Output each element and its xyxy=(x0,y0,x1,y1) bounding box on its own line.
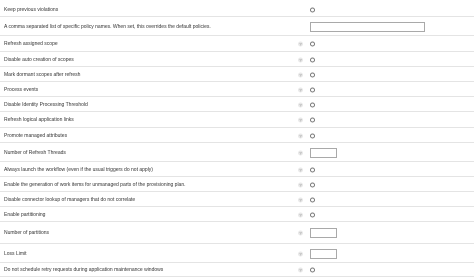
help-icon[interactable]: ? xyxy=(298,150,303,155)
setting-checkbox[interactable] xyxy=(310,41,315,47)
setting-row: Enable the generation of work items for … xyxy=(0,177,474,192)
setting-row: Always launch the workflow (even if the … xyxy=(0,162,474,177)
setting-checkbox[interactable] xyxy=(310,72,315,77)
help-icon[interactable]: ? xyxy=(298,212,303,217)
help-icon[interactable]: ? xyxy=(298,87,303,92)
setting-row: Do not schedule retry requests during ap… xyxy=(0,263,474,277)
help-icon[interactable]: ? xyxy=(298,230,303,236)
setting-row: Number of Refresh Threads? xyxy=(0,143,474,162)
setting-label: Number of Refresh Threads xyxy=(4,149,66,156)
help-icon[interactable]: ? xyxy=(298,197,303,202)
setting-label: A comma separated list of specific polic… xyxy=(4,23,211,30)
setting-checkbox[interactable] xyxy=(310,102,315,107)
setting-label: Enable the generation of work items for … xyxy=(4,181,186,188)
setting-label: Enable partitioning xyxy=(4,211,46,218)
setting-checkbox[interactable] xyxy=(310,133,315,138)
help-icon[interactable]: ? xyxy=(298,102,303,107)
setting-row: Keep previous violations xyxy=(0,3,474,17)
setting-checkbox[interactable] xyxy=(310,182,315,187)
setting-text-input[interactable] xyxy=(310,147,337,158)
setting-row: Process events? xyxy=(0,82,474,97)
help-icon[interactable]: ? xyxy=(298,182,303,187)
task-options-form: Keep previous violations A comma separate… xyxy=(0,0,474,277)
setting-row: Disable connector lookup of managers tha… xyxy=(0,192,474,207)
setting-row: Disable auto creation of scopes? xyxy=(0,52,474,67)
setting-checkbox[interactable] xyxy=(310,7,315,13)
setting-label: Disable Identity Processing Threshold xyxy=(4,101,88,108)
setting-row: Promote managed attributes? xyxy=(0,128,474,143)
setting-checkbox[interactable] xyxy=(310,197,315,202)
setting-checkbox[interactable] xyxy=(310,117,315,123)
setting-label: Keep previous violations xyxy=(4,7,59,13)
setting-checkbox[interactable] xyxy=(310,212,315,217)
help-icon[interactable]: ? xyxy=(298,41,303,47)
setting-checkbox[interactable] xyxy=(310,87,315,92)
setting-label: Disable connector lookup of managers tha… xyxy=(4,196,136,203)
setting-checkbox[interactable] xyxy=(310,167,315,172)
help-icon[interactable]: ? xyxy=(298,251,303,256)
setting-row: Mark dormant scopes after refresh? xyxy=(0,67,474,82)
setting-text-input[interactable] xyxy=(310,21,425,32)
setting-row: Loss Limit? xyxy=(0,244,474,263)
setting-row: Refresh assigned scope? xyxy=(0,36,474,52)
help-icon[interactable]: ? xyxy=(298,117,303,123)
setting-text-input[interactable] xyxy=(310,248,337,259)
help-icon[interactable]: ? xyxy=(298,72,303,77)
setting-label: Promote managed attributes xyxy=(4,132,68,139)
setting-label: Do not schedule retry requests during ap… xyxy=(4,267,164,273)
setting-row: Enable partitioning? xyxy=(0,207,474,222)
help-icon[interactable]: ? xyxy=(298,167,303,172)
setting-checkbox[interactable] xyxy=(310,267,315,273)
help-icon[interactable]: ? xyxy=(298,133,303,138)
setting-checkbox[interactable] xyxy=(310,57,315,62)
setting-label: Mark dormant scopes after refresh xyxy=(4,71,81,78)
setting-label: Number of partitions xyxy=(4,230,50,236)
setting-label: Process events xyxy=(4,86,39,93)
help-icon[interactable]: ? xyxy=(298,267,303,273)
setting-row: Disable Identity Processing Threshold? xyxy=(0,97,474,112)
setting-label: Refresh logical application links xyxy=(4,117,74,123)
setting-row: Number of partitions? xyxy=(0,222,474,244)
setting-text-input[interactable] xyxy=(310,228,337,238)
setting-label: Loss Limit xyxy=(4,250,27,257)
setting-label: Always launch the workflow (even if the … xyxy=(4,166,153,173)
setting-label: Refresh assigned scope xyxy=(4,41,58,47)
help-icon[interactable]: ? xyxy=(298,57,303,62)
setting-label: Disable auto creation of scopes xyxy=(4,56,74,63)
setting-row: Refresh logical application links? xyxy=(0,112,474,128)
setting-row: A comma separated list of specific polic… xyxy=(0,17,474,36)
